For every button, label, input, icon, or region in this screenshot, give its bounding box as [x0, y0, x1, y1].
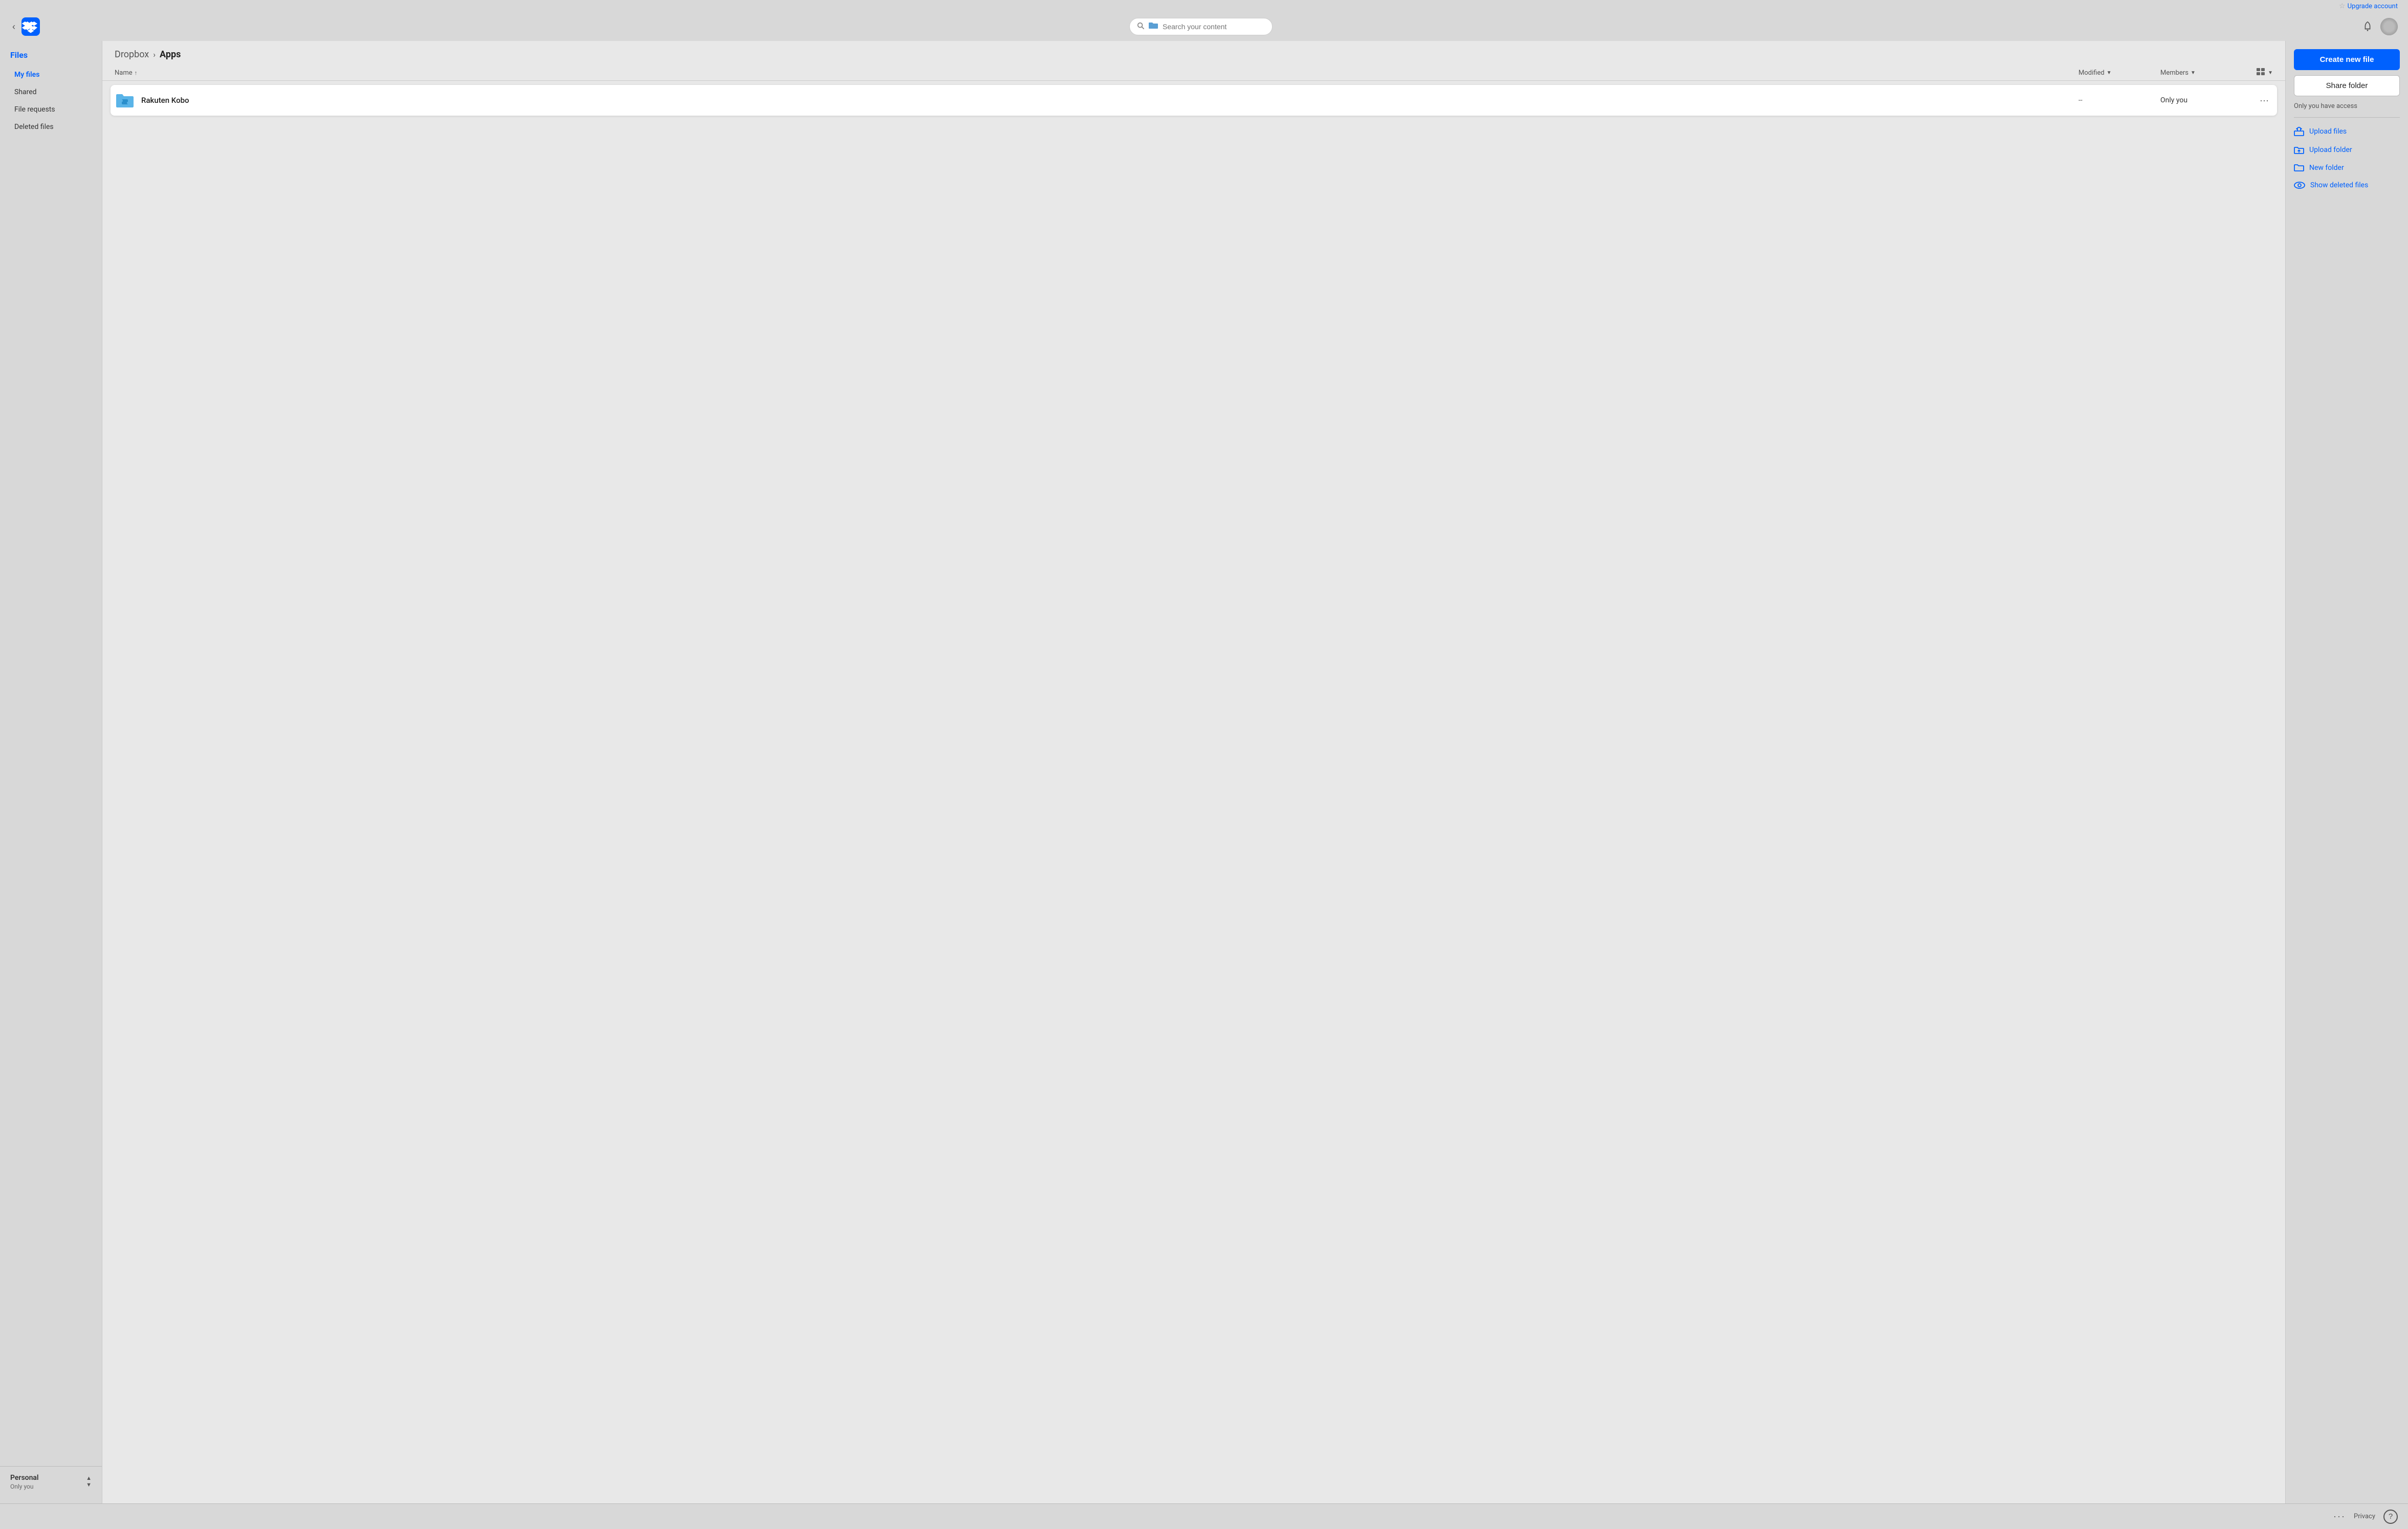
- content-area: Dropbox › Apps Name ↑ Modified ▼ Members…: [102, 41, 2285, 1503]
- col-modified-sort-icon: ▼: [2107, 70, 2112, 76]
- show-deleted-files-link[interactable]: Show deleted files: [2294, 179, 2400, 191]
- upgrade-label: Upgrade account: [2348, 3, 2398, 10]
- plan-sub: Only you: [10, 1483, 39, 1490]
- notification-bell[interactable]: [2362, 21, 2373, 32]
- file-name: Rakuten Kobo: [141, 96, 2078, 105]
- search-icon: [1137, 22, 1144, 31]
- sidebar-item-deleted-files[interactable]: Deleted files: [4, 119, 98, 135]
- plan-label: Personal: [10, 1474, 39, 1482]
- col-view-dropdown-icon: ▼: [2268, 70, 2273, 76]
- col-members-header[interactable]: Members ▼: [2160, 69, 2242, 77]
- upload-folder-icon: [2294, 145, 2304, 155]
- sidebar-item-label-my-files: My files: [14, 71, 39, 79]
- sidebar-bottom-row: Personal Only you ▲ ▼: [10, 1474, 92, 1490]
- table-header: Name ↑ Modified ▼ Members ▼: [102, 65, 2285, 81]
- star-icon: ☆: [2339, 2, 2346, 10]
- plan-info: Personal Only you: [10, 1474, 39, 1490]
- upload-files-label: Upload files: [2309, 127, 2347, 136]
- create-new-file-button[interactable]: Create new file: [2294, 49, 2400, 70]
- show-deleted-label: Show deleted files: [2310, 181, 2368, 189]
- topbar-center: [1129, 18, 1273, 35]
- file-list: Rakuten Kobo -- Only you ···: [102, 81, 2285, 1503]
- plan-chevron-button[interactable]: ▲ ▼: [86, 1476, 92, 1488]
- sidebar-collapse-button[interactable]: ‹: [10, 19, 17, 34]
- share-folder-button[interactable]: Share folder: [2294, 75, 2400, 96]
- upload-files-icon: [2294, 127, 2304, 136]
- col-view-icon: [2257, 68, 2266, 77]
- upgrade-link[interactable]: ☆ Upgrade account: [2339, 2, 2398, 10]
- sidebar-item-my-files[interactable]: My files: [4, 67, 98, 83]
- sidebar: Files My files Shared File requests Dele…: [0, 41, 102, 1503]
- col-name-header[interactable]: Name ↑: [115, 69, 2078, 77]
- breadcrumb-current: Apps: [160, 49, 181, 60]
- file-modified: --: [2078, 96, 2160, 104]
- col-name-sort-icon: ↑: [135, 70, 138, 76]
- sidebar-item-label-shared: Shared: [14, 88, 37, 96]
- new-folder-label: New folder: [2309, 164, 2344, 172]
- upload-folder-label: Upload folder: [2309, 146, 2352, 154]
- sidebar-item-label-file-requests: File requests: [14, 105, 55, 114]
- col-members-sort-icon: ▼: [2191, 70, 2196, 76]
- col-modified-label: Modified: [2078, 69, 2105, 77]
- avatar-image: [2380, 18, 2398, 35]
- search-input[interactable]: [1163, 23, 1265, 31]
- breadcrumb-home[interactable]: Dropbox: [115, 49, 149, 60]
- files-section-label: Files: [0, 47, 102, 66]
- right-panel: Create new file Share folder Only you ha…: [2285, 41, 2408, 1503]
- sidebar-item-shared[interactable]: Shared: [4, 84, 98, 100]
- sidebar-item-label-deleted-files: Deleted files: [14, 123, 54, 131]
- bottom-bar: ··· Privacy ?: [0, 1503, 2408, 1529]
- new-folder-link[interactable]: New folder: [2294, 162, 2400, 174]
- privacy-link[interactable]: Privacy: [2354, 1513, 2375, 1520]
- avatar[interactable]: [2380, 18, 2398, 35]
- main-layout: Files My files Shared File requests Dele…: [0, 41, 2408, 1503]
- topbar-right: [2362, 18, 2398, 35]
- sidebar-item-file-requests[interactable]: File requests: [4, 101, 98, 118]
- topbar-left: ‹: [10, 17, 40, 36]
- col-name-label: Name: [115, 69, 133, 77]
- col-members-label: Members: [2160, 69, 2188, 77]
- file-more-actions[interactable]: ···: [2242, 93, 2273, 108]
- folder-search-icon: [1148, 21, 1158, 32]
- new-folder-icon: [2294, 164, 2304, 172]
- access-info: Only you have access: [2294, 102, 2400, 110]
- topbar: ‹: [0, 12, 2408, 41]
- divider: [2294, 117, 2400, 118]
- file-members: Only you: [2160, 96, 2242, 104]
- bottom-more-button[interactable]: ···: [2333, 1511, 2346, 1522]
- help-button[interactable]: ?: [2383, 1510, 2398, 1524]
- col-modified-header[interactable]: Modified ▼: [2078, 69, 2160, 77]
- chevron-down-icon: ▼: [86, 1482, 92, 1488]
- show-deleted-icon: [2294, 181, 2305, 189]
- col-actions-header[interactable]: ▼: [2242, 68, 2273, 77]
- sidebar-bottom: Personal Only you ▲ ▼: [0, 1466, 102, 1497]
- notification-wrapper: [2362, 21, 2373, 32]
- file-more-button[interactable]: ···: [2256, 93, 2273, 108]
- breadcrumb: Dropbox › Apps: [102, 41, 2285, 65]
- upgrade-bar: ☆ Upgrade account: [0, 0, 2408, 12]
- chevron-up-icon: ▲: [86, 1476, 92, 1481]
- upload-folder-link[interactable]: Upload folder: [2294, 143, 2400, 157]
- search-bar[interactable]: [1129, 18, 1273, 35]
- folder-icon: [115, 90, 135, 111]
- upload-files-link[interactable]: Upload files: [2294, 125, 2400, 138]
- dropbox-logo[interactable]: [21, 17, 40, 36]
- table-row[interactable]: Rakuten Kobo -- Only you ···: [111, 85, 2277, 116]
- breadcrumb-separator: ›: [153, 50, 156, 59]
